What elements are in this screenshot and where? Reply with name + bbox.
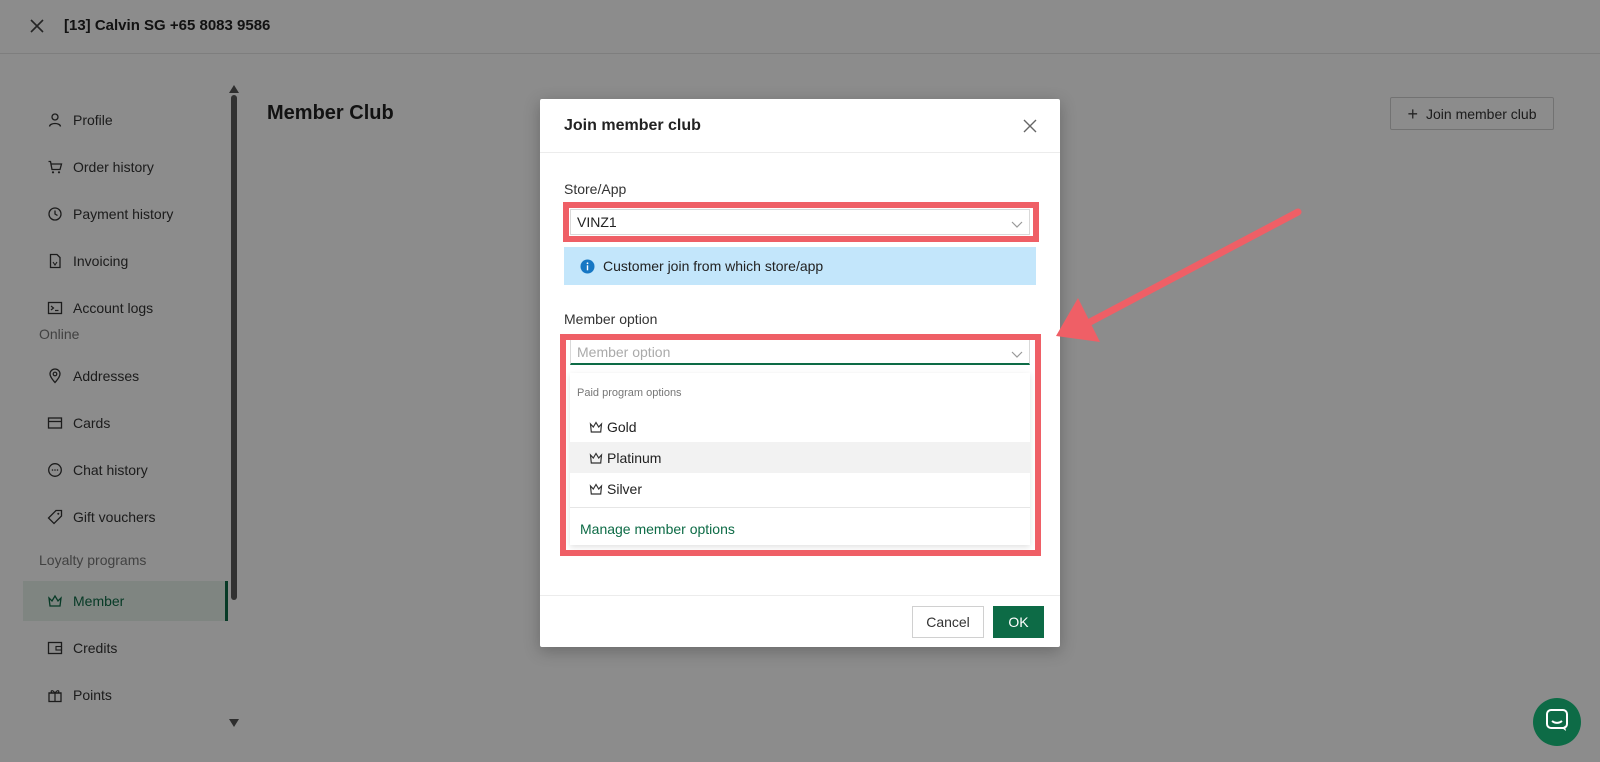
store-app-label: Store/App (564, 181, 627, 197)
info-text: Customer join from which store/app (603, 258, 824, 274)
info-icon (580, 259, 595, 274)
cancel-button[interactable]: Cancel (912, 606, 984, 638)
modal-title: Join member club (564, 117, 701, 134)
member-option-label: Member option (564, 311, 658, 327)
store-select-highlight (563, 202, 1039, 242)
app-root: [13] Calvin SG +65 8083 9586 Profile Ord… (0, 0, 1600, 762)
chat-launcher-button[interactable] (1533, 698, 1581, 746)
modal-close-icon[interactable] (1022, 118, 1038, 134)
member-option-highlight (560, 334, 1041, 556)
info-message: Customer join from which store/app (564, 247, 1036, 285)
modal-footer: Cancel OK (540, 595, 1060, 647)
modal-header: Join member club (540, 99, 1060, 153)
ok-button[interactable]: OK (993, 606, 1044, 638)
chat-bubble-icon (1544, 707, 1570, 738)
